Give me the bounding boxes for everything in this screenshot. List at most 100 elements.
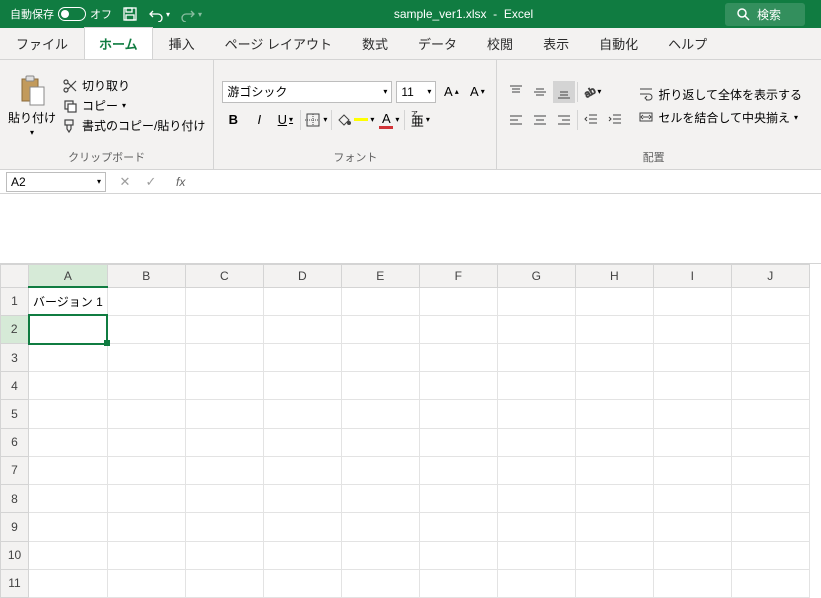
cell-E10[interactable]	[341, 541, 419, 569]
font-color-button[interactable]: A ▾	[378, 109, 400, 131]
cell-H10[interactable]	[575, 541, 653, 569]
cell-C9[interactable]	[185, 513, 263, 541]
cell-A8[interactable]	[29, 485, 108, 513]
cell-A3[interactable]	[29, 344, 108, 372]
cell-B7[interactable]	[107, 456, 185, 484]
spreadsheet-grid[interactable]: ABCDEFGHIJ1バージョン 1234567891011	[0, 264, 821, 598]
cell-I8[interactable]	[653, 485, 731, 513]
phonetic-button[interactable]: ア亜 ▾	[409, 109, 431, 131]
cell-H1[interactable]	[575, 287, 653, 315]
cancel-formula-button[interactable]: ✕	[116, 174, 134, 190]
cell-D4[interactable]	[263, 372, 341, 400]
tab-挿入[interactable]: 挿入	[155, 28, 209, 59]
tab-校閲[interactable]: 校閲	[473, 28, 527, 59]
cell-I9[interactable]	[653, 513, 731, 541]
align-right-button[interactable]	[553, 109, 575, 131]
cell-H4[interactable]	[575, 372, 653, 400]
tab-数式[interactable]: 数式	[348, 28, 402, 59]
select-all-corner[interactable]	[1, 265, 29, 288]
cell-A10[interactable]	[29, 541, 108, 569]
cell-D10[interactable]	[263, 541, 341, 569]
cell-I5[interactable]	[653, 400, 731, 428]
cell-B11[interactable]	[107, 569, 185, 597]
cell-D8[interactable]	[263, 485, 341, 513]
cell-C2[interactable]	[185, 315, 263, 343]
tab-自動化[interactable]: 自動化	[585, 28, 652, 59]
cell-E7[interactable]	[341, 456, 419, 484]
cell-A11[interactable]	[29, 569, 108, 597]
cell-A1[interactable]: バージョン 1	[29, 287, 108, 315]
cell-G2[interactable]	[497, 315, 575, 343]
cut-button[interactable]: 切り取り	[62, 77, 205, 94]
tab-ページ レイアウト[interactable]: ページ レイアウト	[211, 28, 346, 59]
align-bottom-button[interactable]	[553, 81, 575, 103]
cell-B4[interactable]	[107, 372, 185, 400]
cell-F8[interactable]	[419, 485, 497, 513]
cell-F1[interactable]	[419, 287, 497, 315]
cell-A5[interactable]	[29, 400, 108, 428]
enter-formula-button[interactable]: ✓	[142, 174, 160, 190]
row-header-2[interactable]: 2	[1, 315, 29, 343]
cell-D1[interactable]	[263, 287, 341, 315]
column-header-H[interactable]: H	[575, 265, 653, 288]
cell-J5[interactable]	[731, 400, 809, 428]
cell-G9[interactable]	[497, 513, 575, 541]
cell-H7[interactable]	[575, 456, 653, 484]
cell-F9[interactable]	[419, 513, 497, 541]
tab-データ[interactable]: データ	[404, 28, 471, 59]
cell-G11[interactable]	[497, 569, 575, 597]
cell-C3[interactable]	[185, 344, 263, 372]
tab-ホーム[interactable]: ホーム	[84, 27, 153, 59]
align-left-button[interactable]	[505, 109, 527, 131]
cell-I11[interactable]	[653, 569, 731, 597]
autosave-toggle[interactable]: 自動保存 オフ	[10, 6, 112, 22]
cell-B2[interactable]	[107, 315, 185, 343]
cell-E4[interactable]	[341, 372, 419, 400]
cell-I3[interactable]	[653, 344, 731, 372]
cell-J4[interactable]	[731, 372, 809, 400]
cell-C11[interactable]	[185, 569, 263, 597]
cell-E8[interactable]	[341, 485, 419, 513]
align-center-button[interactable]	[529, 109, 551, 131]
row-header-5[interactable]: 5	[1, 400, 29, 428]
row-header-9[interactable]: 9	[1, 513, 29, 541]
cell-C7[interactable]	[185, 456, 263, 484]
undo-button[interactable]: ▾	[148, 6, 170, 22]
column-header-C[interactable]: C	[185, 265, 263, 288]
fill-color-button[interactable]: ▾	[336, 109, 374, 131]
increase-font-button[interactable]: A▴	[440, 81, 462, 103]
column-header-D[interactable]: D	[263, 265, 341, 288]
cell-E9[interactable]	[341, 513, 419, 541]
name-box[interactable]: A2▾	[6, 172, 106, 192]
cell-I7[interactable]	[653, 456, 731, 484]
cell-A4[interactable]	[29, 372, 108, 400]
row-header-6[interactable]: 6	[1, 428, 29, 456]
row-header-7[interactable]: 7	[1, 456, 29, 484]
cell-A2[interactable]	[29, 315, 108, 343]
cell-F7[interactable]	[419, 456, 497, 484]
font-size-select[interactable]: 11▾	[396, 81, 436, 103]
row-header-4[interactable]: 4	[1, 372, 29, 400]
cell-G7[interactable]	[497, 456, 575, 484]
cell-F4[interactable]	[419, 372, 497, 400]
tab-ファイル[interactable]: ファイル	[2, 28, 82, 59]
cell-C1[interactable]	[185, 287, 263, 315]
cell-I2[interactable]	[653, 315, 731, 343]
cell-J6[interactable]	[731, 428, 809, 456]
cell-G1[interactable]	[497, 287, 575, 315]
cell-G6[interactable]	[497, 428, 575, 456]
decrease-font-button[interactable]: A▾	[466, 81, 488, 103]
fx-label[interactable]: fx	[170, 175, 191, 189]
column-header-A[interactable]: A	[29, 265, 108, 288]
cell-B5[interactable]	[107, 400, 185, 428]
cell-A9[interactable]	[29, 513, 108, 541]
cell-D7[interactable]	[263, 456, 341, 484]
cell-H5[interactable]	[575, 400, 653, 428]
decrease-indent-button[interactable]	[580, 109, 602, 131]
cell-A7[interactable]	[29, 456, 108, 484]
row-header-1[interactable]: 1	[1, 287, 29, 315]
tab-表示[interactable]: 表示	[529, 28, 583, 59]
paste-button[interactable]: 貼り付け ▾	[8, 75, 56, 137]
cell-J8[interactable]	[731, 485, 809, 513]
bold-button[interactable]: B	[222, 109, 244, 131]
